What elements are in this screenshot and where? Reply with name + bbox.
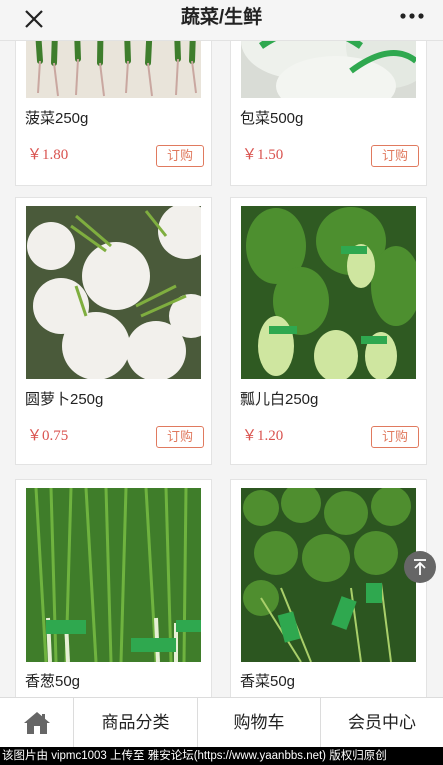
product-grid: 菠菜250g ￥1.80 订购 包菜500g ￥1.50 订购 圆萝卜250g … bbox=[0, 0, 443, 697]
bottom-tab-bar: 商品分类 购物车 会员中心 bbox=[0, 697, 443, 748]
product-card[interactable]: 香葱50g bbox=[15, 479, 212, 697]
product-image-scallion bbox=[26, 488, 201, 662]
navigation-bar: 蔬菜/生鲜 bbox=[0, 0, 443, 41]
product-price: ￥0.75 bbox=[27, 428, 69, 444]
product-name: 包菜500g bbox=[240, 110, 304, 127]
product-card[interactable]: 圆萝卜250g ￥0.75 订购 bbox=[15, 197, 212, 465]
product-image-turnip bbox=[26, 206, 201, 379]
order-button[interactable]: 订购 bbox=[156, 426, 204, 448]
product-card[interactable]: 瓢儿白250g ￥1.20 订购 bbox=[230, 197, 427, 465]
order-button[interactable]: 订购 bbox=[156, 145, 204, 167]
home-icon bbox=[24, 712, 50, 734]
product-name: 香菜50g bbox=[240, 673, 296, 690]
order-button[interactable]: 订购 bbox=[371, 426, 419, 448]
tab-home[interactable] bbox=[0, 698, 73, 748]
tab-member-center[interactable]: 会员中心 bbox=[320, 698, 443, 748]
tab-categories[interactable]: 商品分类 bbox=[73, 698, 197, 748]
back-to-top-button[interactable] bbox=[404, 551, 436, 583]
watermark-caption: 该图片由 vipmc1003 上传至 雅安论坛(https://www.yaan… bbox=[0, 747, 443, 765]
arrow-up-bar-icon bbox=[414, 559, 426, 575]
tab-cart[interactable]: 购物车 bbox=[197, 698, 320, 748]
product-price: ￥1.80 bbox=[27, 147, 69, 163]
product-card[interactable]: 香菜50g bbox=[230, 479, 427, 697]
product-name: 香葱50g bbox=[25, 673, 81, 690]
page-title: 蔬菜/生鲜 bbox=[180, 7, 263, 28]
product-name: 瓢儿白250g bbox=[240, 391, 319, 408]
product-price: ￥1.20 bbox=[242, 428, 284, 444]
order-button[interactable]: 订购 bbox=[371, 145, 419, 167]
product-image-cilantro bbox=[241, 488, 416, 662]
more-dots-icon[interactable] bbox=[397, 8, 427, 28]
product-name: 菠菜250g bbox=[25, 110, 89, 127]
product-price: ￥1.50 bbox=[242, 147, 284, 163]
product-name: 圆萝卜250g bbox=[25, 391, 104, 408]
product-image-bok-choy bbox=[241, 206, 416, 379]
